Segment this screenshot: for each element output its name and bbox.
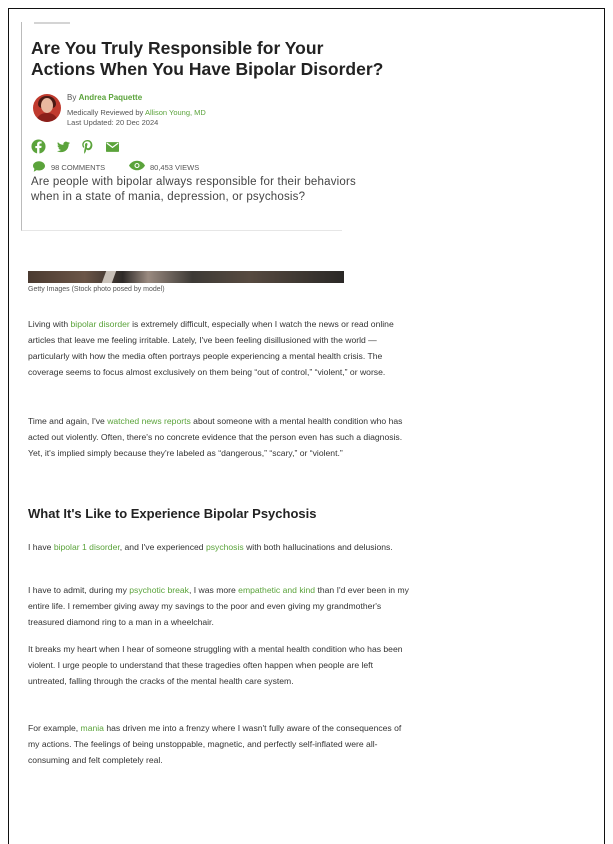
link-mania[interactable]: mania [81,723,104,733]
text-run: with both hallucinations and delusions. [243,542,393,552]
image-caption: Getty Images (Stock photo posed by model… [28,286,165,293]
article-summary: Are people with bipolar always responsib… [31,176,356,203]
paragraph: I have bipolar 1 disorder, and I've expe… [28,539,412,555]
text-run: For example, [28,723,81,733]
article-title: Are You Truly Responsible for Your Actio… [31,38,384,79]
reviewer-link[interactable]: Allison Young, MD [145,108,206,117]
top-rule [34,22,70,24]
link-bipolar-1-disorder[interactable]: bipolar 1 disorder [54,542,120,552]
comment-icon[interactable] [33,161,45,174]
pinterest-icon[interactable] [82,140,98,156]
article-header: Are You Truly Responsible for Your Actio… [21,22,383,231]
text-run: Living with [28,319,71,329]
text-run: I have to admit, during my [28,585,130,595]
paragraph: I have to admit, during my psychotic bre… [28,582,412,630]
hero-image [28,271,344,283]
text-run: Time and again, I've [28,416,108,426]
comments-count[interactable]: 98 COMMENTS [51,163,105,172]
twitter-icon[interactable] [57,141,73,157]
text-run: , I was more [188,585,239,595]
reviewer-line: Medically Reviewed by Allison Young, MD [67,108,206,117]
email-icon[interactable] [106,142,122,158]
link-psychotic-break[interactable]: psychotic break [129,585,189,595]
views-count: 80,453 VIEWS [150,163,200,172]
last-updated: Last Updated: 20 Dec 2024 [67,118,159,127]
link-bipolar-disorder[interactable]: bipolar disorder [71,319,130,329]
paragraph: For example, mania has driven me into a … [28,720,412,768]
text-run: I have [28,542,54,552]
author-link[interactable]: Andrea Paquette [79,93,143,102]
reviewed-prefix: Medically Reviewed by [67,108,144,117]
link-watched-news-reports[interactable]: watched news reports [107,416,191,426]
facebook-icon[interactable] [31,139,47,155]
byline-prefix: By [67,93,77,102]
paragraph: Time and again, I've watched news report… [28,413,412,461]
section-heading: What It's Like to Experience Bipolar Psy… [28,506,317,521]
paragraph: Living with bipolar disorder is extremel… [28,316,412,380]
link-empathetic-and-kind[interactable]: empathetic and kind [238,585,315,595]
text-run: , and I've experienced [119,542,206,552]
paragraph: It breaks my heart when I hear of someon… [28,644,403,686]
eye-icon [129,160,145,173]
author-avatar[interactable] [33,94,61,122]
link-psychosis[interactable]: psychosis [206,542,244,552]
byline: By Andrea Paquette [67,93,142,102]
